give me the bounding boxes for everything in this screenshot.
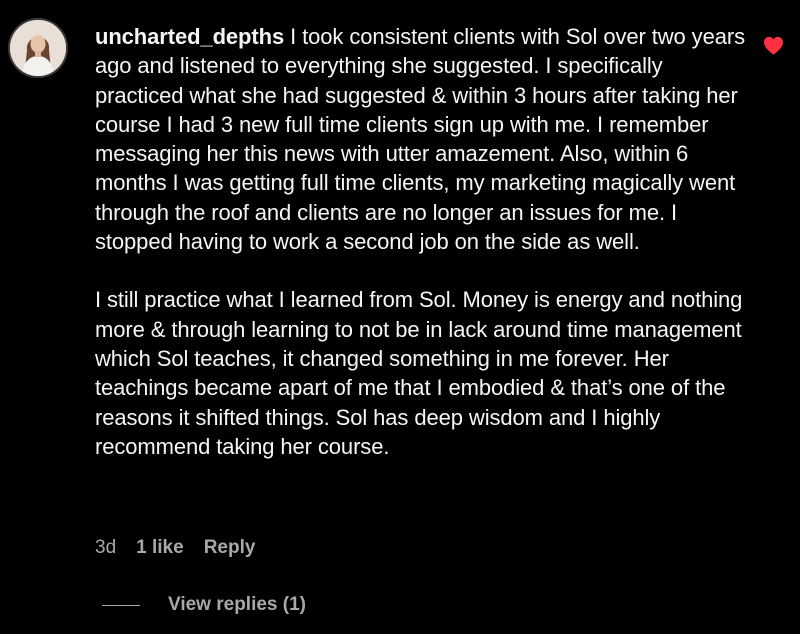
likes-count-button[interactable]: 1 like — [136, 537, 184, 559]
profile-photo-icon — [10, 20, 66, 76]
heart-icon — [764, 36, 783, 55]
comment: uncharted_depths I took consistent clien… — [0, 0, 800, 634]
comment-paragraph-1: uncharted_depths I took consistent clien… — [95, 22, 745, 256]
view-replies-button[interactable]: View replies (1) — [102, 594, 306, 616]
replies-divider-line — [102, 604, 140, 606]
username-link[interactable]: uncharted_depths — [95, 24, 284, 49]
reply-button[interactable]: Reply — [204, 537, 256, 559]
comment-meta: 3d 1 like Reply — [95, 537, 255, 559]
like-button[interactable] — [763, 36, 784, 55]
comment-paragraph-2: I still practice what I learned from Sol… — [95, 287, 743, 459]
comment-text: uncharted_depths I took consistent clien… — [95, 22, 745, 461]
timestamp: 3d — [95, 537, 117, 558]
view-replies-label: View replies (1) — [168, 594, 306, 615]
avatar[interactable] — [8, 18, 68, 78]
comment-paragraph-1-text: I took consistent clients with Sol over … — [95, 24, 745, 255]
comment-body: uncharted_depths I took consistent clien… — [95, 22, 745, 461]
